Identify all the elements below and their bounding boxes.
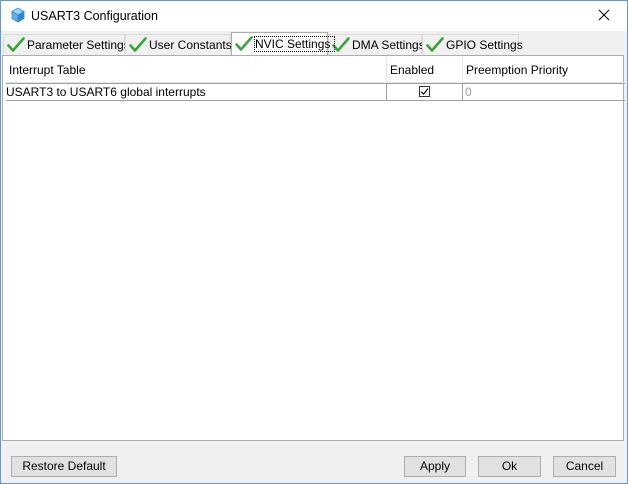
green-check-icon — [7, 36, 25, 53]
cancel-button[interactable]: Cancel — [553, 456, 616, 477]
ok-button[interactable]: Ok — [478, 456, 541, 477]
tab-dma-settings[interactable]: DMA Settings — [328, 34, 425, 54]
cube-app-icon — [10, 7, 26, 23]
dialog-footer: Restore Default Apply Ok Cancel — [1, 441, 627, 483]
green-check-icon — [426, 36, 444, 53]
interrupt-table: Interrupt Table Enabled Preemption Prior… — [6, 58, 625, 101]
close-button[interactable] — [581, 1, 627, 31]
green-check-icon — [235, 36, 253, 52]
apply-button[interactable]: Apply — [404, 456, 466, 477]
column-header-enabled[interactable]: Enabled — [386, 58, 462, 82]
column-header-preemption-priority[interactable]: Preemption Priority — [462, 58, 625, 82]
tab-parameter-settings[interactable]: Parameter Settings — [3, 34, 130, 54]
column-header-interrupt-table[interactable]: Interrupt Table — [6, 58, 386, 82]
dialog-window: USART3 Configuration Parameter Settings … — [0, 0, 628, 484]
tab-nvic-settings[interactable]: NVIC Settings — [231, 32, 336, 55]
nvic-settings-panel: Interrupt Table Enabled Preemption Prior… — [2, 55, 625, 441]
tab-gpio-settings[interactable]: GPIO Settings — [422, 34, 523, 54]
close-icon — [598, 9, 610, 24]
enabled-cell — [386, 84, 462, 100]
green-check-icon — [332, 36, 350, 53]
tab-label: Parameter Settings — [27, 37, 130, 52]
title-bar[interactable]: USART3 Configuration — [1, 1, 627, 31]
enabled-checkbox[interactable] — [419, 86, 430, 97]
interrupt-name-cell: USART3 to USART6 global interrupts — [6, 85, 206, 99]
window-title: USART3 Configuration — [31, 9, 158, 23]
table-header: Interrupt Table Enabled Preemption Prior… — [6, 58, 625, 83]
tab-label: User Constants — [149, 37, 232, 52]
tab-label: NVIC Settings — [253, 36, 336, 52]
green-check-icon — [129, 36, 147, 53]
restore-default-button[interactable]: Restore Default — [11, 456, 117, 477]
table-row[interactable]: USART3 to USART6 global interrupts 0 — [6, 83, 625, 101]
tab-label: GPIO Settings — [446, 37, 523, 52]
preemption-priority-cell[interactable]: 0 — [462, 84, 625, 100]
tab-user-constants[interactable]: User Constants — [125, 34, 232, 54]
tab-label: DMA Settings — [352, 37, 425, 52]
tab-strip: Parameter Settings User Constants NVIC S… — [1, 31, 627, 55]
